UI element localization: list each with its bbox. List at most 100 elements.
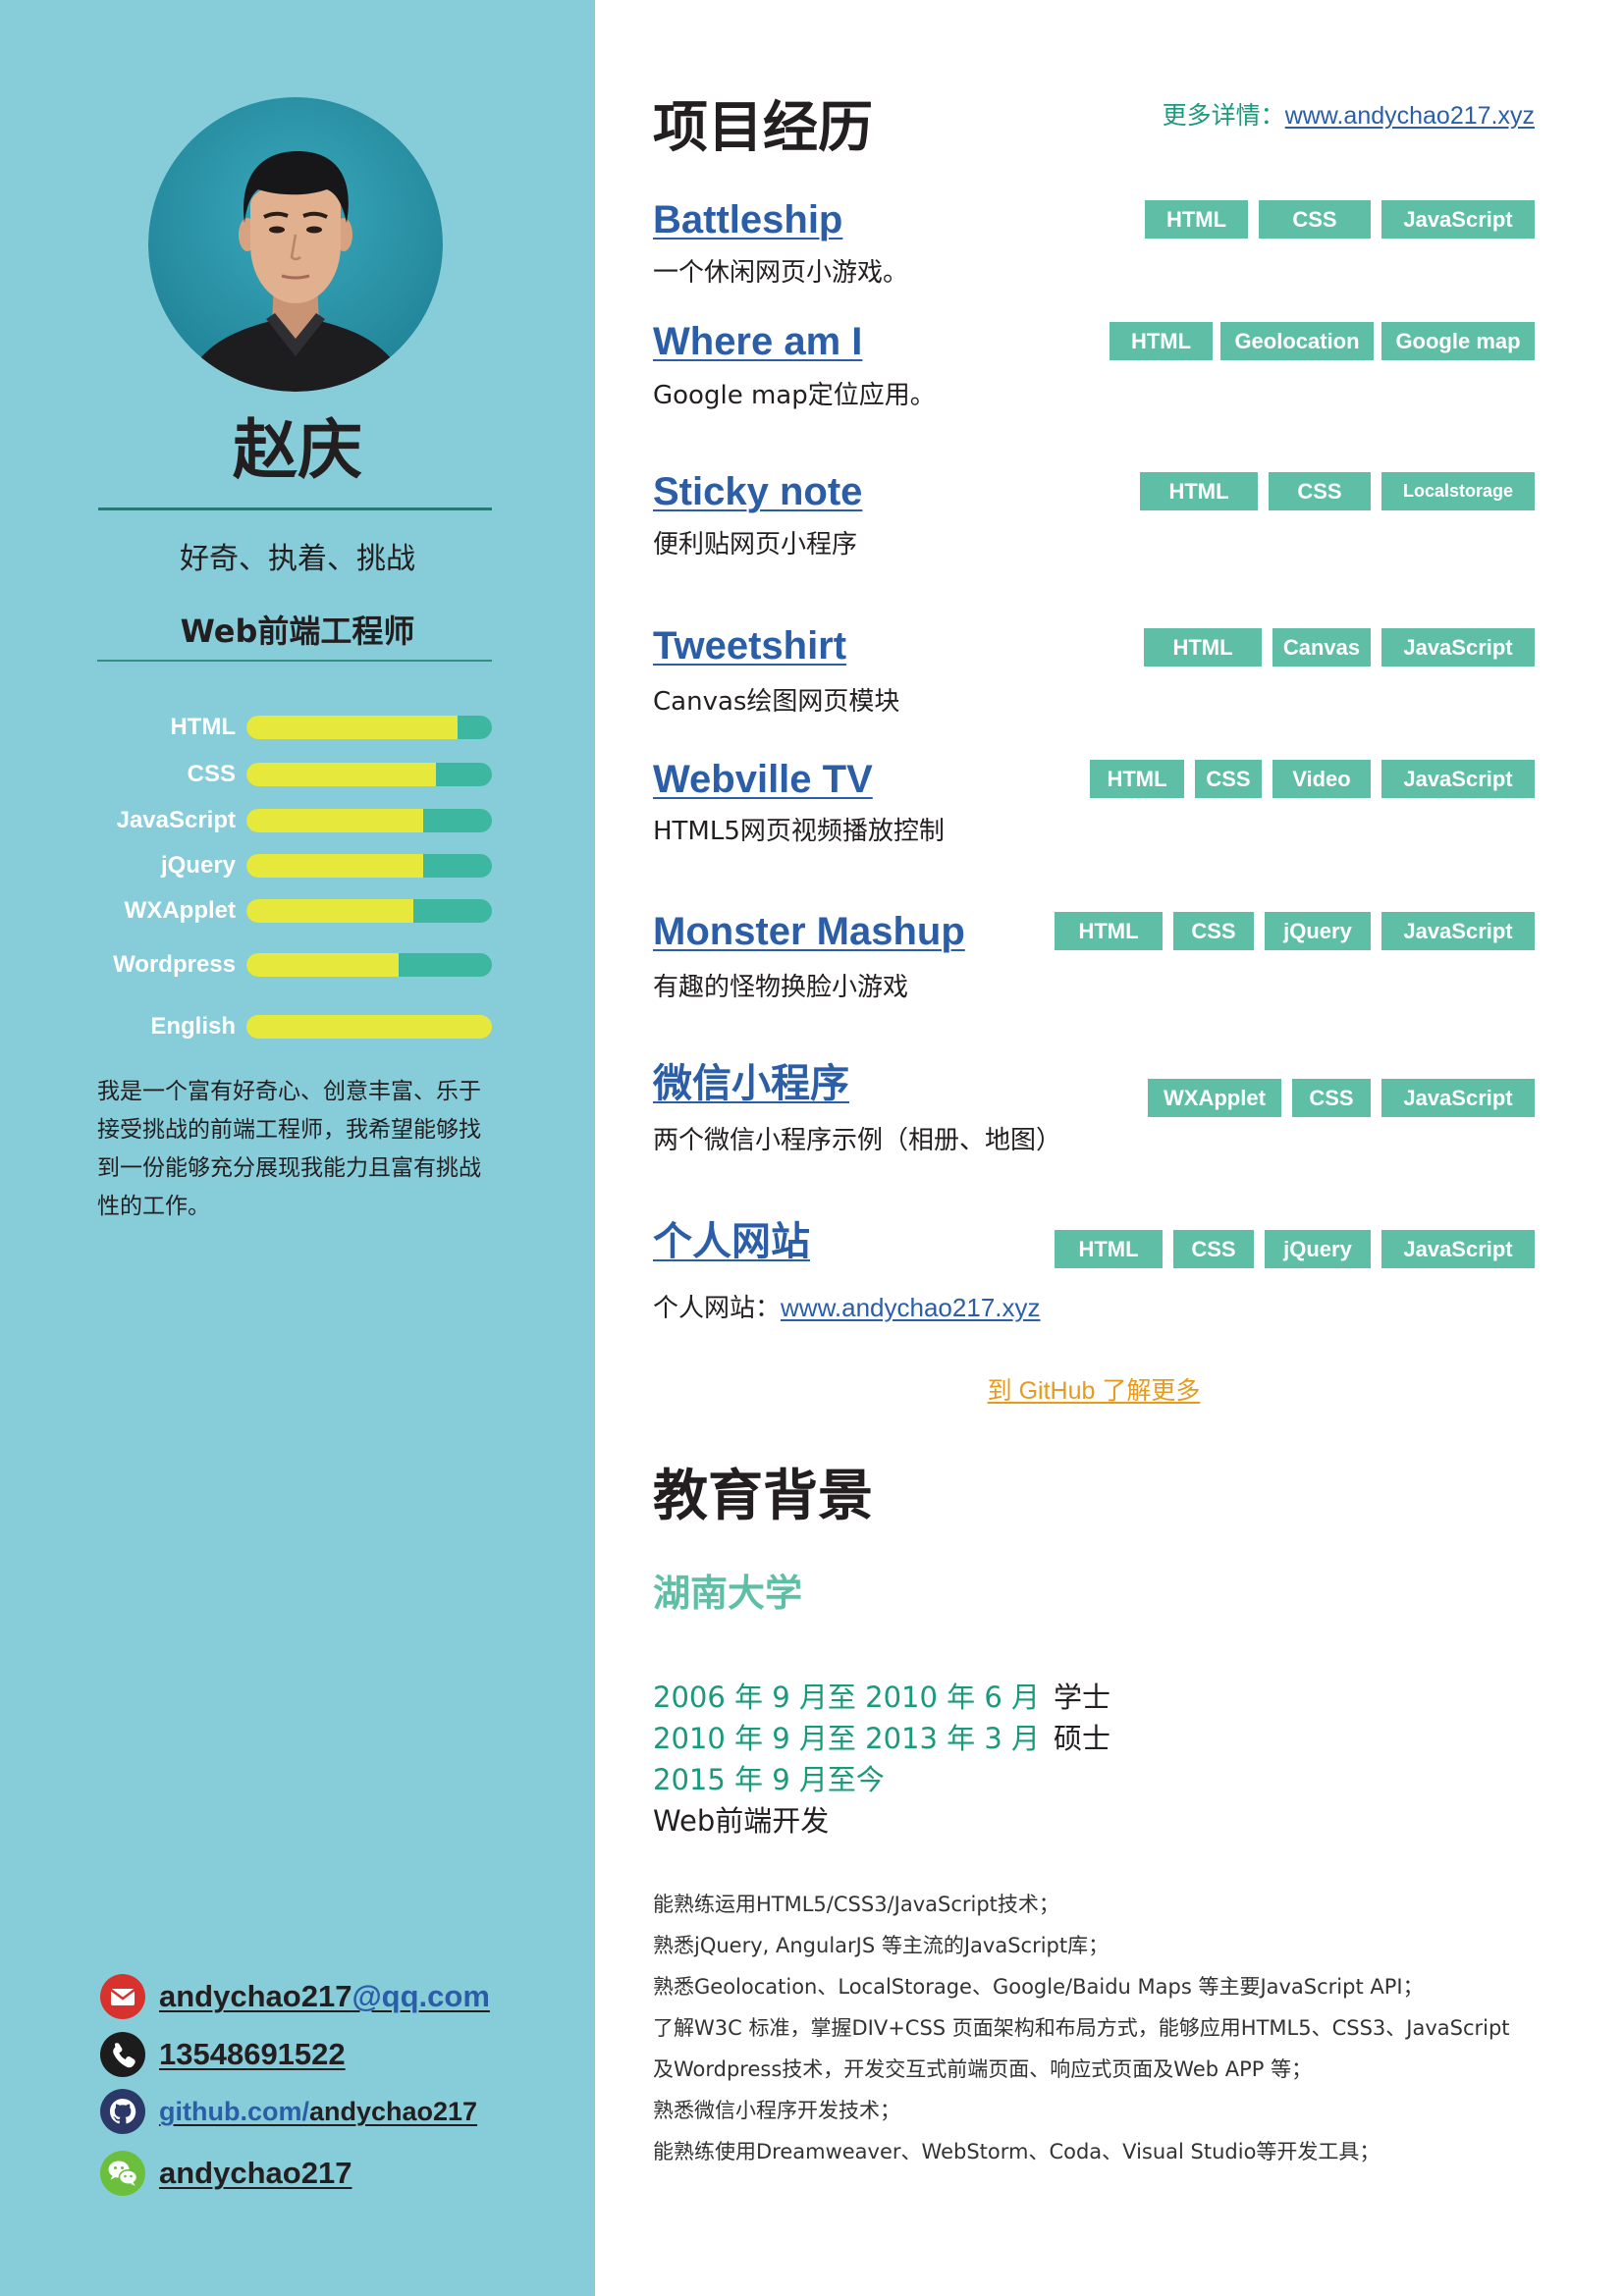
project-tags: HTML Canvas JavaScript (982, 628, 1535, 667)
tech-tag: jQuery (1265, 1230, 1371, 1268)
current-work: Web前端开发 (653, 1804, 830, 1838)
project-title[interactable]: Webville TV (653, 754, 873, 805)
project-title[interactable]: 个人网站 (653, 1216, 810, 1267)
period-degree: 学士 (1054, 1681, 1111, 1714)
skill-label: CSS (187, 761, 236, 787)
tech-tag: JavaScript (1381, 912, 1535, 950)
wechat-icon (100, 2151, 145, 2196)
skill-level-fill (246, 716, 458, 739)
project-title[interactable]: Battleship (653, 194, 842, 245)
more-details-link[interactable]: www.andychao217.xyz (1285, 102, 1535, 130)
skill-bar (246, 854, 492, 878)
projects-heading: 项目经历 (653, 96, 873, 160)
project-tags: WXApplet CSS JavaScript (982, 1079, 1535, 1117)
github-icon (100, 2089, 145, 2134)
phone-icon (100, 2032, 145, 2077)
skill-level-fill (246, 1015, 492, 1039)
skill-row: JavaScript (0, 806, 595, 835)
tech-tag: CSS (1173, 912, 1254, 950)
project-description: 两个微信小程序示例（相册、地图） (653, 1126, 1062, 1155)
tech-tag: JavaScript (1381, 1230, 1535, 1268)
skill-row: HTML (0, 713, 595, 742)
project-description: 一个休闲网页小游戏。 (653, 258, 909, 288)
skill-bar (246, 809, 492, 832)
ability-item: 熟悉Geolocation、LocalStorage、Google/Baidu … (653, 1975, 1424, 1999)
project-title[interactable]: Tweetshirt (653, 620, 846, 671)
period-dates: 2015 年 9 月至今 (653, 1763, 885, 1796)
tech-tag: CSS (1195, 760, 1262, 798)
ability-item: 熟悉jQuery, AngularJS 等主流的JavaScript库； (653, 1934, 1110, 1957)
tech-tag: Canvas (1272, 628, 1371, 667)
email-domain: @qq.com (352, 1979, 490, 2013)
skill-bar (246, 716, 492, 739)
tech-tag: Localstorage (1381, 472, 1535, 510)
tech-tag: Geolocation (1220, 322, 1374, 360)
skill-level-fill (246, 809, 423, 832)
project-title[interactable]: 微信小程序 (653, 1058, 849, 1109)
skill-level-fill (246, 953, 399, 977)
project-tags: HTML CSS jQuery JavaScript (982, 912, 1535, 950)
ability-item: 能熟练使用Dreamweaver、WebStorm、Coda、Visual St… (653, 2140, 1380, 2163)
period-dates: 2010 年 9 月至 2013 年 3 月 (653, 1722, 1041, 1755)
tech-tag: HTML (1140, 472, 1258, 510)
tech-tag: WXApplet (1148, 1079, 1281, 1117)
mail-icon (100, 1974, 145, 2019)
tech-tag: HTML (1055, 912, 1163, 950)
project-tags: HTML Geolocation Google map (982, 322, 1535, 360)
education-period: 2015 年 9 月至今 (653, 1759, 1535, 1800)
person-name: 赵庆 (233, 412, 362, 488)
project-description: Canvas绘图网页模块 (653, 687, 900, 717)
tech-tag: Google map (1381, 322, 1535, 360)
education-period: 2006 年 9 月至 2010 年 6 月学士 (653, 1677, 1535, 1718)
github-more-link[interactable]: 到 GitHub 了解更多 (988, 1377, 1201, 1405)
github-user: andychao217 (308, 2097, 478, 2126)
motto: 好奇、执着、挑战 (180, 542, 415, 576)
sidebar: 赵庆 好奇、执着、挑战 Web前端工程师 HTML CSS JavaScript… (0, 0, 595, 2296)
contact-phone[interactable]: 13548691522 (100, 2032, 346, 2077)
tech-tag: JavaScript (1381, 200, 1535, 239)
tech-tag: CSS (1292, 1079, 1371, 1117)
skill-label: Wordpress (113, 951, 236, 978)
project-description: 便利贴网页小程序 (653, 530, 858, 560)
project-tags: HTML CSS Localstorage (982, 472, 1535, 510)
tech-tag: HTML (1055, 1230, 1163, 1268)
skill-row: WXApplet (0, 896, 595, 926)
personal-site-link[interactable]: www.andychao217.xyz (781, 1293, 1040, 1322)
skill-label: English (150, 1013, 236, 1040)
resume-page: 赵庆 好奇、执着、挑战 Web前端工程师 HTML CSS JavaScript… (0, 0, 1624, 2296)
job-title: Web前端工程师 (180, 613, 415, 650)
tech-tag: jQuery (1265, 912, 1371, 950)
project-title[interactable]: Sticky note (653, 466, 862, 517)
education-period: 2010 年 9 月至 2013 年 3 月硕士 (653, 1718, 1535, 1759)
tech-tag: HTML (1110, 322, 1213, 360)
email-user: andychao217 (159, 1979, 352, 2013)
ability-item: 了解W3C 标准，掌握DIV+CSS 页面架构和布局方式，能够应用HTML5、C… (653, 2016, 1510, 2081)
skill-bar (246, 899, 492, 923)
tech-tag: CSS (1259, 200, 1371, 239)
project-description: 有趣的怪物换脸小游戏 (653, 973, 909, 1002)
tech-tag: HTML (1090, 760, 1184, 798)
contact-email[interactable]: andychao217@qq.com (100, 1974, 490, 2019)
more-details: 更多详情：www.andychao217.xyz (982, 101, 1535, 131)
project-title[interactable]: Monster Mashup (653, 906, 965, 957)
contact-wechat[interactable]: andychao217 (100, 2151, 352, 2196)
phone-number[interactable]: 13548691522 (159, 2032, 346, 2077)
project-title[interactable]: Where am I (653, 316, 862, 367)
project-tags: HTML CSS Video JavaScript (982, 760, 1535, 798)
skill-bar (246, 1015, 492, 1039)
project-description: Google map定位应用。 (653, 381, 936, 410)
github-host: github.com/ (159, 2097, 309, 2126)
skill-label: HTML (170, 714, 236, 740)
contact-github[interactable]: github.com/andychao217 (100, 2089, 477, 2134)
project-description: HTML5网页视频播放控制 (653, 817, 945, 846)
skill-level-fill (246, 763, 436, 786)
tech-tag: CSS (1269, 472, 1371, 510)
skill-label: jQuery (160, 852, 236, 879)
project-tags: HTML CSS jQuery JavaScript (982, 1230, 1535, 1268)
github-link[interactable]: github.com/andychao217 (159, 2089, 477, 2134)
wechat-id[interactable]: andychao217 (159, 2151, 352, 2196)
email-link[interactable]: andychao217@qq.com (159, 1974, 490, 2019)
tech-tag: JavaScript (1381, 628, 1535, 667)
skill-row: Wordpress (0, 950, 595, 980)
tech-tag: JavaScript (1381, 1079, 1535, 1117)
